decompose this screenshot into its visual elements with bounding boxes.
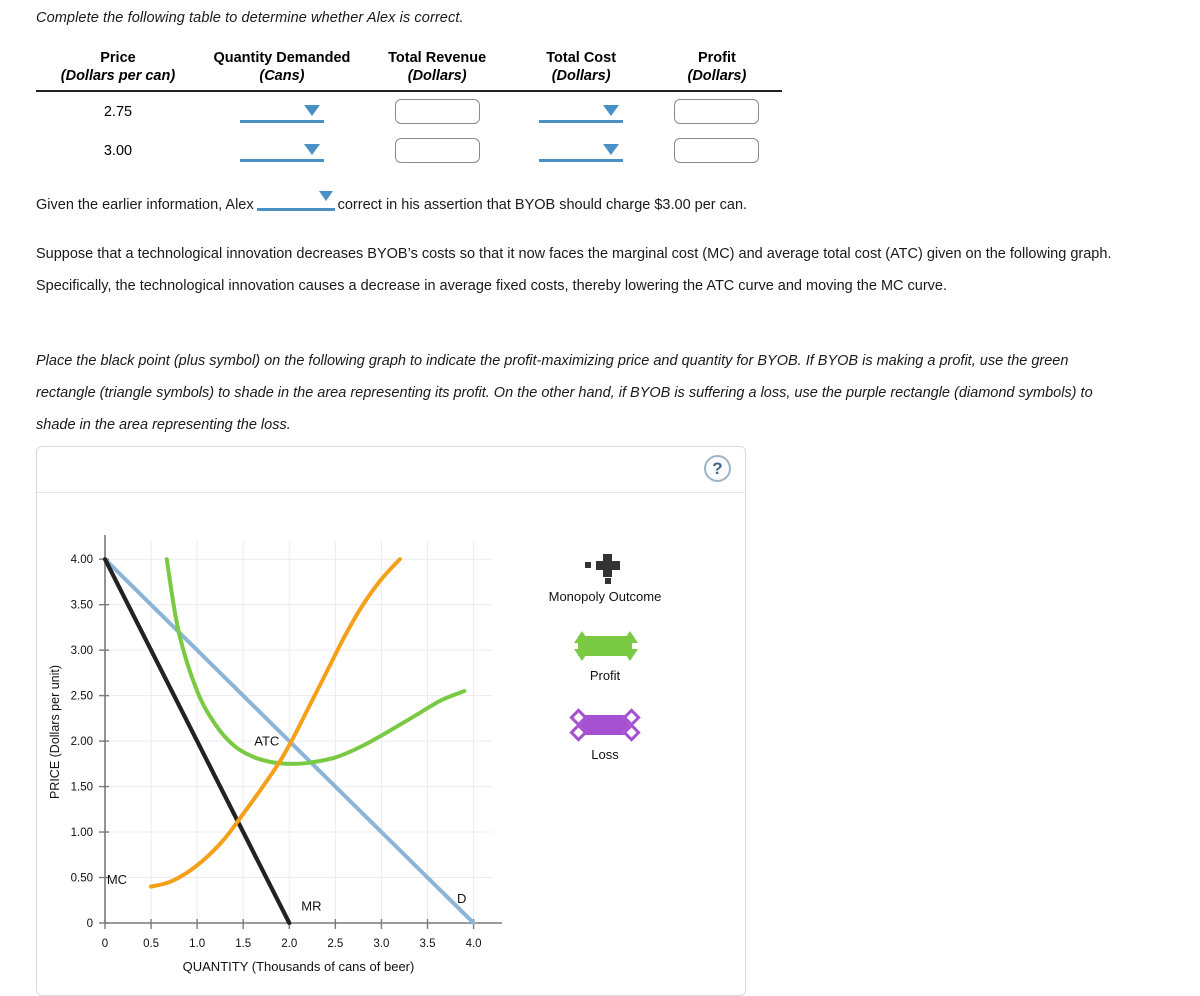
svg-text:3.0: 3.0 xyxy=(373,938,389,950)
svg-text:1.0: 1.0 xyxy=(189,938,205,950)
table-row: 3.00 xyxy=(36,131,782,170)
quantity-dropdown-row2[interactable] xyxy=(239,140,324,162)
cell-total-revenue-row2 xyxy=(364,131,511,170)
legend-label-profit: Profit xyxy=(589,668,621,683)
graph-panel-header: ? xyxy=(37,447,745,493)
help-icon[interactable]: ? xyxy=(704,455,731,482)
x-axis-label: QUANTITY (Thousands of cans of beer) xyxy=(183,959,415,974)
total-revenue-input-row2[interactable] xyxy=(394,138,480,163)
svg-text:0: 0 xyxy=(102,938,108,950)
svg-text:3.50: 3.50 xyxy=(71,600,93,612)
col-subheader-total-revenue: (Dollars) xyxy=(407,68,467,84)
green-rectangle-triangles-icon xyxy=(570,630,640,662)
svg-text:1.5: 1.5 xyxy=(235,938,251,950)
worksheet-page: Complete the following table to determin… xyxy=(0,0,1200,996)
cell-profit-row1 xyxy=(652,91,782,131)
total-revenue-input-row1[interactable] xyxy=(394,99,480,124)
svg-text:ATC: ATC xyxy=(254,734,279,749)
quantity-dropdown-row1[interactable] xyxy=(239,101,324,123)
cell-total-cost-row2 xyxy=(510,131,651,170)
col-subheader-total-cost: (Dollars) xyxy=(551,68,611,84)
assertion-line: Given the earlier information, Alex corre… xyxy=(36,189,1136,221)
total-cost-dropdown-row2[interactable] xyxy=(539,140,624,162)
cell-total-revenue-row1 xyxy=(364,91,511,131)
graph-panel: ? 0 0.50 1.00 1.50 2.00 2.50 3.00 3.50 4.00 0 0.5 1… xyxy=(36,446,746,996)
svg-text:0.50: 0.50 xyxy=(71,873,93,885)
chevron-down-icon xyxy=(603,104,620,116)
chevron-down-icon xyxy=(318,191,333,201)
profit-input-row1[interactable] xyxy=(674,99,760,124)
y-axis-label: PRICE (Dollars per unit) xyxy=(48,665,62,799)
svg-text:0: 0 xyxy=(87,918,93,930)
legend-item-monopoly-outcome[interactable]: Monopoly Outcome xyxy=(515,551,695,604)
chevron-down-icon xyxy=(603,143,620,155)
col-subheader-quantity: (Cans) xyxy=(259,68,305,84)
svg-text:2.50: 2.50 xyxy=(71,691,93,703)
cell-profit-row2 xyxy=(652,131,782,170)
legend-label-monopoly-outcome: Monopoly Outcome xyxy=(548,589,662,604)
assertion-text-before: Given the earlier information, Alex xyxy=(36,197,254,213)
total-cost-dropdown-row1[interactable] xyxy=(539,101,624,123)
profit-input-row2[interactable] xyxy=(674,138,760,163)
svg-text:4.00: 4.00 xyxy=(71,554,93,566)
table-header-sub-row: (Dollars per can) (Cans) (Dollars) (Doll… xyxy=(36,67,782,90)
svg-text:D: D xyxy=(457,891,466,906)
cell-total-cost-row1 xyxy=(510,91,651,131)
plus-point-icon xyxy=(582,551,628,584)
cell-quantity-row1 xyxy=(200,91,364,131)
legend-item-profit[interactable]: Profit xyxy=(515,630,695,683)
cell-quantity-row2 xyxy=(200,131,364,170)
cell-price-row2: 3.00 xyxy=(103,142,133,159)
paragraph-technology: Suppose that a technological innovation … xyxy=(36,246,1112,294)
table-row: 2.75 xyxy=(36,91,782,131)
svg-text:MR: MR xyxy=(301,898,321,913)
chevron-down-icon xyxy=(303,104,320,116)
svg-text:3.00: 3.00 xyxy=(71,645,93,657)
col-header-total-cost: Total Cost xyxy=(546,50,617,66)
col-header-profit: Profit xyxy=(697,50,736,66)
svg-text:0.5: 0.5 xyxy=(143,938,159,950)
col-subheader-profit: (Dollars) xyxy=(687,68,747,84)
legend-item-loss[interactable]: Loss xyxy=(515,708,695,762)
col-header-quantity: Quantity Demanded xyxy=(213,50,351,66)
col-header-total-revenue: Total Revenue xyxy=(388,50,487,66)
legend-label-loss: Loss xyxy=(591,747,619,762)
purple-rectangle-diamonds-icon xyxy=(569,708,641,742)
plot-area[interactable]: 0 0.50 1.00 1.50 2.00 2.50 3.00 3.50 4.00 0 0.5 1.0… xyxy=(37,493,747,993)
svg-text:MC: MC xyxy=(107,872,127,887)
data-table: Price Quantity Demanded Total Revenue To… xyxy=(36,48,782,170)
paragraph-instructions: Place the black point (plus symbol) on t… xyxy=(36,353,1093,433)
assertion-dropdown[interactable] xyxy=(256,191,335,211)
col-subheader-price: (Dollars per can) xyxy=(60,68,176,84)
intro-text: Complete the following table to determin… xyxy=(36,10,464,26)
svg-text:4.0: 4.0 xyxy=(466,938,482,950)
svg-text:1.50: 1.50 xyxy=(71,782,93,794)
svg-text:2.5: 2.5 xyxy=(327,938,343,950)
table-header-main-row: Price Quantity Demanded Total Revenue To… xyxy=(36,48,782,67)
assertion-text-after: correct in his assertion that BYOB shoul… xyxy=(337,197,748,213)
col-header-price: Price xyxy=(100,50,136,66)
svg-text:1.00: 1.00 xyxy=(71,827,93,839)
graph-legend: Monopoly Outcome Profit Loss xyxy=(515,551,695,788)
svg-text:2.00: 2.00 xyxy=(71,736,93,748)
svg-text:3.5: 3.5 xyxy=(420,938,436,950)
svg-text:2.0: 2.0 xyxy=(281,938,297,950)
cell-price-row1: 2.75 xyxy=(103,103,133,120)
chevron-down-icon xyxy=(303,143,320,155)
